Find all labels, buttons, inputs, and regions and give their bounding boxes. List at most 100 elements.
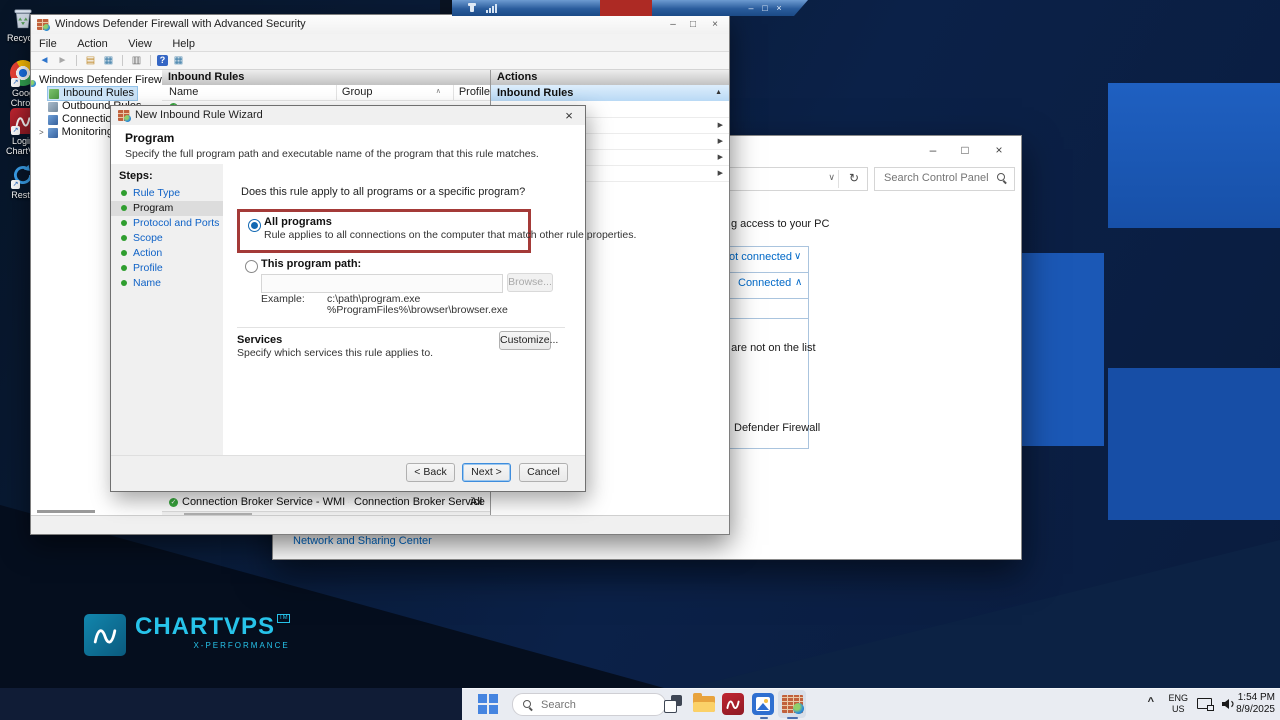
menu-help[interactable]: Help bbox=[164, 36, 203, 52]
column-name[interactable]: Name bbox=[162, 85, 337, 100]
rdp-restore-button[interactable]: □ bbox=[758, 1, 772, 15]
not-connected-label[interactable]: ot connected bbox=[729, 251, 792, 263]
wizard-titlebar[interactable]: New Inbound Rule Wizard × bbox=[111, 106, 585, 125]
search-box[interactable] bbox=[874, 167, 1015, 191]
language-indicator[interactable]: ENG US bbox=[1168, 693, 1188, 715]
tree-item-label: Inbound Rules bbox=[63, 87, 134, 99]
system-tray: ^ ENG US 1:54 PM 8/9/2025 bbox=[1100, 688, 1280, 720]
task-view-button[interactable] bbox=[664, 695, 682, 713]
all-programs-radio[interactable] bbox=[248, 219, 261, 232]
program-path-input[interactable] bbox=[261, 274, 503, 293]
search-icon bbox=[997, 173, 1007, 183]
close-button[interactable]: × bbox=[705, 18, 725, 31]
minimize-button[interactable]: – bbox=[663, 18, 683, 31]
rdp-close-button[interactable]: × bbox=[772, 1, 786, 15]
flyout-arrow-icon: ▶ bbox=[717, 154, 723, 161]
wizard-title: New Inbound Rule Wizard bbox=[135, 109, 263, 121]
back-button[interactable]: < Back bbox=[406, 463, 455, 482]
connected-label[interactable]: Connected bbox=[738, 277, 791, 289]
tray-chevron-icon[interactable]: ^ bbox=[1148, 696, 1154, 708]
back-icon[interactable]: ◄ bbox=[37, 55, 52, 66]
menu-action[interactable]: Action bbox=[69, 36, 116, 52]
volume-icon[interactable] bbox=[1221, 698, 1236, 710]
actions-inbound-rules-section[interactable]: Inbound Rules ▲ bbox=[491, 85, 729, 101]
network-icon[interactable] bbox=[1197, 698, 1214, 711]
tree-horizontal-scrollbar[interactable] bbox=[37, 510, 95, 513]
next-button[interactable]: Next > bbox=[462, 463, 511, 482]
menu-file[interactable]: File bbox=[31, 36, 65, 52]
tray-date: 8/9/2025 bbox=[1236, 704, 1275, 715]
tree-item-label: Monitoring bbox=[61, 126, 114, 138]
program-path-radio[interactable] bbox=[245, 260, 258, 273]
flyout-arrow-icon: ▶ bbox=[717, 138, 723, 145]
defender-firewall-link-fragment[interactable]: Defender Firewall bbox=[734, 422, 820, 434]
cancel-button[interactable]: Cancel bbox=[519, 463, 568, 482]
step-profile[interactable]: Profile bbox=[111, 261, 223, 276]
program-path-label[interactable]: This program path: bbox=[261, 258, 361, 270]
address-dropdown-icon[interactable]: ∨ bbox=[828, 172, 835, 183]
window-title: Windows Defender Firewall with Advanced … bbox=[55, 18, 306, 30]
export-icon[interactable]: ▤ bbox=[83, 55, 98, 66]
collapse-icon[interactable]: ▲ bbox=[715, 85, 722, 101]
brand-name: CHARTVPS bbox=[135, 613, 276, 640]
steps-label: Steps: bbox=[119, 170, 153, 182]
tree-root-label: Windows Defender Firewall wit bbox=[39, 74, 162, 86]
column-group[interactable]: Group ∧ bbox=[337, 85, 454, 100]
firewall-taskbar-icon bbox=[781, 695, 804, 714]
taskbar-search[interactable] bbox=[512, 693, 666, 716]
close-button[interactable]: × bbox=[983, 140, 1015, 160]
step-rule-type[interactable]: Rule Type bbox=[111, 186, 223, 201]
maximize-button[interactable]: □ bbox=[949, 140, 981, 160]
file-explorer-button[interactable] bbox=[693, 693, 715, 712]
menu-bar: File Action View Help bbox=[31, 34, 729, 52]
console-window-icon[interactable]: ▦ bbox=[171, 55, 186, 66]
maximize-button[interactable]: □ bbox=[683, 18, 703, 31]
chevron-down-icon[interactable]: ∨ bbox=[794, 251, 801, 262]
tree-expander-icon[interactable]: > bbox=[39, 126, 44, 139]
customize-button[interactable]: Customize... bbox=[499, 331, 558, 350]
close-button[interactable]: × bbox=[561, 108, 577, 123]
network-sharing-center-link[interactable]: Network and Sharing Center bbox=[293, 535, 432, 547]
rdp-connection-bar[interactable]: – □ × bbox=[452, 0, 808, 16]
rdp-minimize-button[interactable]: – bbox=[744, 1, 758, 15]
step-name[interactable]: Name bbox=[111, 276, 223, 291]
toolbar: ◄ ► ▤ ▦ ▥ ? ▦ bbox=[31, 52, 729, 70]
tree-item-inbound-rules[interactable]: Inbound Rules bbox=[31, 86, 162, 101]
firewall-taskbar-button[interactable] bbox=[778, 690, 806, 718]
window-icon[interactable]: ▦ bbox=[101, 55, 116, 66]
step-action[interactable]: Action bbox=[111, 246, 223, 261]
control-panel-search-input[interactable] bbox=[882, 171, 991, 185]
chevron-up-icon[interactable]: ∧ bbox=[795, 277, 802, 288]
rdp-server-name-redacted bbox=[600, 0, 652, 16]
minimize-button[interactable]: – bbox=[917, 140, 949, 160]
divider bbox=[237, 327, 565, 328]
list-icon[interactable]: ▥ bbox=[129, 55, 144, 66]
rule-group: Connection Broker Service bbox=[354, 496, 485, 508]
highlight-red-box: All programs Rule applies to all connect… bbox=[237, 209, 636, 253]
forward-icon[interactable]: ► bbox=[55, 55, 70, 66]
browse-button[interactable]: Browse... bbox=[507, 273, 553, 292]
display-app-button[interactable] bbox=[752, 693, 774, 715]
rule-name: Connection Broker Service - WMI (DCO... bbox=[182, 496, 349, 508]
start-button[interactable] bbox=[478, 694, 498, 714]
help-icon[interactable]: ? bbox=[157, 55, 168, 66]
step-protocol-and-ports[interactable]: Protocol and Ports bbox=[111, 216, 223, 231]
taskbar-search-input[interactable] bbox=[539, 697, 643, 712]
step-program[interactable]: Program bbox=[111, 201, 223, 216]
tree-item-root[interactable]: Windows Defender Firewall wit bbox=[31, 74, 162, 87]
pin-icon[interactable] bbox=[470, 3, 474, 12]
access-text-fragment: g access to your PC bbox=[731, 218, 830, 230]
refresh-icon[interactable]: ↻ bbox=[849, 171, 859, 185]
chartvps-taskbar-button[interactable] bbox=[722, 693, 744, 715]
wizard-steps-panel: Steps: Rule Type Program Protocol and Po… bbox=[111, 164, 224, 456]
firewall-titlebar[interactable]: Windows Defender Firewall with Advanced … bbox=[31, 15, 729, 34]
rule-row[interactable]: ✓ Connection Broker Service - WMI (DCO...… bbox=[162, 495, 490, 510]
menu-view[interactable]: View bbox=[120, 36, 160, 52]
step-scope[interactable]: Scope bbox=[111, 231, 223, 246]
tray-time: 1:54 PM bbox=[1237, 692, 1275, 703]
all-programs-label[interactable]: All programs bbox=[264, 216, 332, 228]
search-icon bbox=[523, 699, 533, 710]
column-profile[interactable]: Profile bbox=[454, 85, 490, 100]
clock[interactable]: 1:54 PM 8/9/2025 bbox=[1236, 692, 1275, 716]
monitoring-icon bbox=[47, 127, 58, 138]
